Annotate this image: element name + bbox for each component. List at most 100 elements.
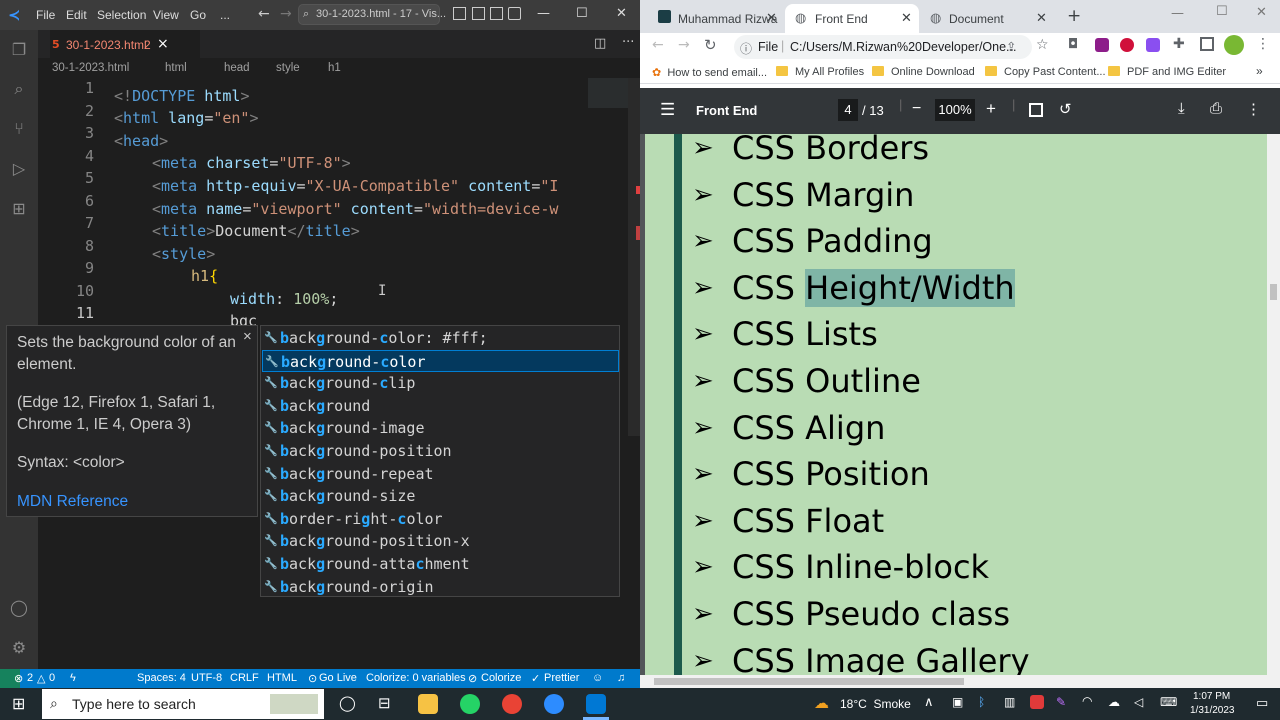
go-live-icon[interactable]: ⊙ xyxy=(308,672,317,685)
clock-time[interactable]: 1:07 PM xyxy=(1193,691,1230,702)
tab-close-icon[interactable]: ✕ xyxy=(901,10,912,26)
bookmark-online-download[interactable]: Online Download xyxy=(872,66,975,78)
notifications-bell-icon[interactable]: ♫ xyxy=(617,672,625,684)
colorize-toggle[interactable]: Colorize xyxy=(481,672,521,684)
breadcrumb-style[interactable]: style xyxy=(276,62,300,74)
run-debug-icon[interactable]: ▷ xyxy=(9,159,29,179)
split-editor-icon[interactable]: ◫ xyxy=(594,36,606,51)
volume-icon[interactable]: ◁ xyxy=(1134,695,1143,709)
suggestion-item[interactable]: 🔧 background-repeat xyxy=(262,463,619,485)
minimize-icon[interactable]: — xyxy=(1171,6,1184,21)
command-center[interactable]: ⌕ 30-1-2023.html - 17 - Vis... xyxy=(298,4,446,25)
zoom-out-icon[interactable]: − xyxy=(912,100,921,118)
suggestion-item[interactable]: 🔧 background-position-x xyxy=(262,530,619,552)
menu-file[interactable]: File xyxy=(36,8,55,22)
task-view-icon[interactable]: ◯ xyxy=(339,694,356,712)
windows-start-icon[interactable]: ⊞ xyxy=(12,694,25,714)
weather-icon[interactable]: ☁ xyxy=(814,694,829,712)
bookmark-copy-past-content[interactable]: Copy Past Content... xyxy=(985,66,1106,78)
settings-gear-icon[interactable]: ⚙ xyxy=(9,638,29,658)
toggle-panel-icon[interactable] xyxy=(472,7,485,20)
menu-view[interactable]: View xyxy=(153,8,179,22)
eol-status[interactable]: CRLF xyxy=(230,672,259,684)
download-icon[interactable]: ⤓ xyxy=(1178,100,1185,117)
chrome-icon[interactable] xyxy=(502,694,522,714)
tab-document[interactable]: ◍ Document ✕ xyxy=(922,4,1056,33)
menu-more[interactable]: ... xyxy=(220,8,230,22)
account-icon[interactable]: ◯ xyxy=(9,598,29,618)
suggestion-item[interactable]: 🔧 background-color: #fff; xyxy=(262,327,619,349)
extensions-icon[interactable]: ⊞ xyxy=(9,199,29,219)
breadcrumb-file[interactable]: 30-1-2023.html xyxy=(52,62,129,74)
minimap[interactable] xyxy=(588,78,628,108)
hamburger-menu-icon[interactable]: ☰ xyxy=(660,100,675,120)
errors-count[interactable]: 2 xyxy=(27,672,33,684)
pdf-horizontal-scrollbar[interactable] xyxy=(640,675,1280,688)
address-bar[interactable]: ⓘ File | C:/Users/M.Rizwan%20Developer/O… xyxy=(734,35,1032,59)
bookmark-star-icon[interactable]: ☆ xyxy=(1036,37,1049,53)
profile-avatar[interactable] xyxy=(1224,35,1244,55)
suggestion-item[interactable]: 🔧 background-origin xyxy=(262,576,619,598)
feedback-icon[interactable]: ☺ xyxy=(592,672,603,684)
toggle-sidebar-icon[interactable] xyxy=(453,7,466,20)
suggestion-item[interactable]: 🔧 background-color xyxy=(262,349,619,372)
share-icon[interactable]: ⇪ xyxy=(1006,39,1016,54)
errors-icon[interactable]: ⊗ xyxy=(14,672,23,685)
widgets-icon[interactable]: ⊟ xyxy=(378,694,391,712)
forward-arrow-icon[interactable]: → xyxy=(678,37,690,53)
extension-icon[interactable] xyxy=(1095,38,1109,52)
back-arrow-icon[interactable]: ← xyxy=(652,37,664,53)
tab-muhammad-rizwan[interactable]: Muhammad Rizwa ✕ xyxy=(648,4,782,33)
breadcrumb-head[interactable]: head xyxy=(224,62,250,74)
scroll-thumb[interactable] xyxy=(654,678,964,685)
breadcrumb-html[interactable]: html xyxy=(165,62,187,74)
zoom-icon[interactable] xyxy=(544,694,564,714)
prettier-status[interactable]: Prettier xyxy=(544,672,579,684)
side-panel-icon[interactable] xyxy=(1200,37,1214,51)
zoom-in-icon[interactable]: + xyxy=(986,99,996,119)
menu-go[interactable]: Go xyxy=(190,8,206,22)
menu-edit[interactable]: Edit xyxy=(66,8,87,22)
bookmarks-overflow-icon[interactable]: » xyxy=(1256,64,1263,78)
vscode-icon[interactable] xyxy=(586,694,606,714)
search-icon[interactable]: ⌕ xyxy=(9,79,29,99)
prettier-check-icon[interactable]: ✓ xyxy=(531,672,540,685)
tab-30-1-2023-html[interactable]: 5 30-1-2023.html 2 × xyxy=(50,30,200,58)
tab-close-icon[interactable]: ✕ xyxy=(766,10,777,26)
rotate-icon[interactable]: ↺ xyxy=(1059,100,1072,118)
tray-icon[interactable]: ▣ xyxy=(952,695,963,709)
suggestion-item[interactable]: 🔧 background-image xyxy=(262,417,619,439)
page-number-input[interactable]: 4 xyxy=(838,99,858,121)
bookmark-pdf-and-img-editer[interactable]: PDF and IMG Editer xyxy=(1108,66,1226,78)
warnings-count[interactable]: 0 xyxy=(49,672,55,684)
maximize-icon[interactable]: ☐ xyxy=(576,6,588,21)
more-options-icon[interactable]: ⋮ xyxy=(1246,100,1261,118)
print-icon[interactable]: ⎙ xyxy=(1210,100,1222,117)
suggestion-item[interactable]: 🔧 background xyxy=(262,395,619,417)
more-actions-icon[interactable]: ··· xyxy=(622,35,634,50)
suggestion-item[interactable]: 🔧 border-right-color xyxy=(262,508,619,530)
language-mode[interactable]: HTML xyxy=(267,672,297,684)
forward-arrow-icon[interactable]: → xyxy=(280,6,292,22)
minimize-icon[interactable]: — xyxy=(537,6,550,21)
clock-date[interactable]: 1/31/2023 xyxy=(1190,705,1235,716)
tray-icon[interactable] xyxy=(1030,695,1044,709)
extension-icon[interactable] xyxy=(1146,38,1160,52)
cloud-icon[interactable]: ☁ xyxy=(1108,695,1120,709)
colorize-toggle-icon[interactable]: ⊘ xyxy=(468,672,477,685)
warnings-icon[interactable]: △ xyxy=(37,672,45,685)
notifications-icon[interactable]: ▭ xyxy=(1256,695,1268,711)
wifi-icon[interactable]: ◠ xyxy=(1082,694,1092,708)
close-window-icon[interactable]: ✕ xyxy=(616,6,627,21)
file-explorer-icon[interactable] xyxy=(418,694,438,714)
breadcrumb-h1[interactable]: h1 xyxy=(328,62,341,74)
new-tab-icon[interactable]: + xyxy=(1067,6,1081,26)
mdn-reference-link[interactable]: MDN Reference xyxy=(17,493,128,511)
bookmark-how-to-send-email[interactable]: ✿ How to send email... xyxy=(652,66,767,79)
go-live-button[interactable]: Go Live xyxy=(319,672,357,684)
suggestion-item[interactable]: 🔧 background-position xyxy=(262,440,619,462)
bluetooth-icon[interactable]: ᛒ xyxy=(978,695,985,709)
suggestion-item[interactable]: 🔧 background-attachment xyxy=(262,553,619,575)
weather-text[interactable]: 18°C Smoke xyxy=(840,697,911,711)
scroll-thumb[interactable] xyxy=(1270,284,1277,300)
